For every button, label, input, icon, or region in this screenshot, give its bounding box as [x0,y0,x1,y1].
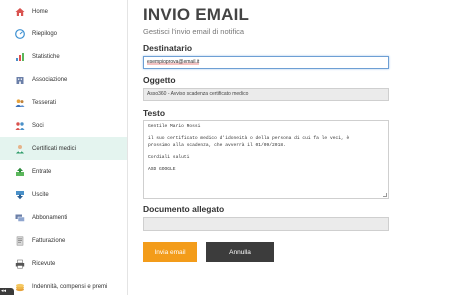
sidebar-item-label: Associazione [32,76,68,83]
printer-icon [15,259,25,269]
sidebar-item-label: Certificati medici [32,145,77,152]
sidebar-item-label: Uscite [32,191,49,198]
body-text: Gentile Mario Rossi il suo certificato m… [148,124,350,173]
cards-icon [15,213,25,223]
send-email-button[interactable]: Invia email [143,242,197,262]
page-title: INVIO EMAIL [143,5,250,24]
cancel-button[interactable]: Annulla [206,242,274,262]
sidebar-item-associazione[interactable]: Associazione [0,68,127,91]
sidebar-item-label: Soci [32,122,44,129]
users-icon [15,98,25,108]
invoice-icon [15,236,25,246]
body-label: Testo [143,108,166,118]
sidebar-item-label: Entrate [32,168,52,175]
expense-icon [15,190,25,200]
doctor-icon [15,144,25,154]
people-icon [15,121,25,131]
sidebar-item-label: Statistiche [32,53,60,60]
sidebar-item-indennita[interactable]: Indennità, compensi e premi [0,275,127,295]
sidebar-item-ricevute[interactable]: Ricevute [0,252,127,275]
recipient-value: esempioprova@email.it [147,59,200,65]
sidebar-item-statistiche[interactable]: Statistiche [0,45,127,68]
sidebar-collapse-button[interactable]: ◂◂ [0,288,14,295]
recipient-label: Destinatario [143,43,193,53]
sidebar-item-uscite[interactable]: Uscite [0,183,127,206]
sidebar-item-tesserati[interactable]: Tesserati [0,91,127,114]
sidebar-item-home[interactable]: Home [0,0,127,23]
sidebar-item-label: Indennità, compensi e premi [32,283,108,290]
sidebar-item-label: Ricevute [32,260,56,267]
recipient-input[interactable]: esempioprova@email.it [143,56,389,69]
sidebar-item-label: Abbonamenti [32,214,68,221]
coins-icon [15,282,25,292]
sidebar-item-abbonamenti[interactable]: Abbonamenti [0,206,127,229]
sidebar-item-certificati-medici[interactable]: Certificati medici [0,137,127,160]
speedometer-icon [15,28,25,39]
collapse-arrows-icon: ◂◂ [1,288,7,294]
sidebar-item-soci[interactable]: Soci [0,114,127,137]
sidebar-item-label: Home [32,8,49,15]
subject-field: Asso360 - Avviso scadenza certificato me… [143,88,389,101]
sidebar-item-label: Tesserati [32,99,57,106]
building-icon [15,75,25,85]
income-icon [15,167,25,177]
home-icon [15,7,25,17]
body-textarea[interactable]: Gentile Mario Rossi il suo certificato m… [143,120,389,199]
sidebar-item-label: Fatturazione [32,237,66,244]
subject-label: Oggetto [143,75,176,85]
sidebar-item-fatturazione[interactable]: Fatturazione [0,229,127,252]
attachment-label: Documento allegato [143,204,225,214]
resize-handle-icon[interactable] [383,193,387,197]
page-subtitle: Gestisci l'invio email di notifica [143,27,245,36]
sidebar-item-label: Riepilogo [32,30,58,37]
sidebar-item-entrate[interactable]: Entrate [0,160,127,183]
chart-icon [15,52,25,62]
sidebar: Home Riepilogo Statistiche Associazione … [0,0,128,295]
sidebar-item-riepilogo[interactable]: Riepilogo [0,22,127,45]
attachment-field[interactable] [143,217,389,231]
